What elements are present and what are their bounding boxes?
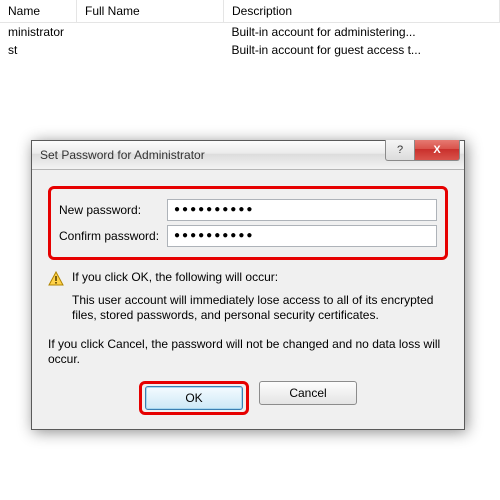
cancel-info: If you click Cancel, the password will n… bbox=[48, 337, 448, 367]
cell-desc: Built-in account for guest access t... bbox=[224, 41, 500, 59]
dialog-title: Set Password for Administrator bbox=[32, 148, 205, 162]
confirm-password-label: Confirm password: bbox=[59, 229, 167, 243]
col-header-description[interactable]: Description bbox=[224, 0, 500, 23]
close-button[interactable]: X bbox=[415, 140, 460, 161]
ok-button-highlight: OK bbox=[139, 381, 249, 415]
confirm-password-input[interactable] bbox=[167, 225, 437, 247]
cell-full bbox=[77, 41, 224, 59]
titlebar[interactable]: Set Password for Administrator ? X bbox=[32, 141, 464, 170]
password-fields-highlight: New password: Confirm password: bbox=[48, 186, 448, 260]
warning-icon bbox=[48, 271, 64, 287]
set-password-dialog: Set Password for Administrator ? X New p… bbox=[31, 140, 465, 430]
warning-detail: This user account will immediately lose … bbox=[72, 293, 448, 323]
warning-heading: If you click OK, the following will occu… bbox=[72, 270, 278, 285]
cell-desc: Built-in account for administering... bbox=[224, 23, 500, 42]
cell-name: st bbox=[0, 41, 77, 59]
help-button[interactable]: ? bbox=[385, 140, 415, 161]
table-row[interactable]: st Built-in account for guest access t..… bbox=[0, 41, 500, 59]
ok-button[interactable]: OK bbox=[145, 386, 243, 410]
new-password-label: New password: bbox=[59, 203, 167, 217]
col-header-fullname[interactable]: Full Name bbox=[77, 0, 224, 23]
table-row[interactable]: ministrator Built-in account for adminis… bbox=[0, 23, 500, 42]
new-password-input[interactable] bbox=[167, 199, 437, 221]
cell-full bbox=[77, 23, 224, 42]
cell-name: ministrator bbox=[0, 23, 77, 42]
col-header-name[interactable]: Name bbox=[0, 0, 77, 23]
users-table: Name Full Name Description ministrator B… bbox=[0, 0, 500, 59]
cancel-button[interactable]: Cancel bbox=[259, 381, 357, 405]
